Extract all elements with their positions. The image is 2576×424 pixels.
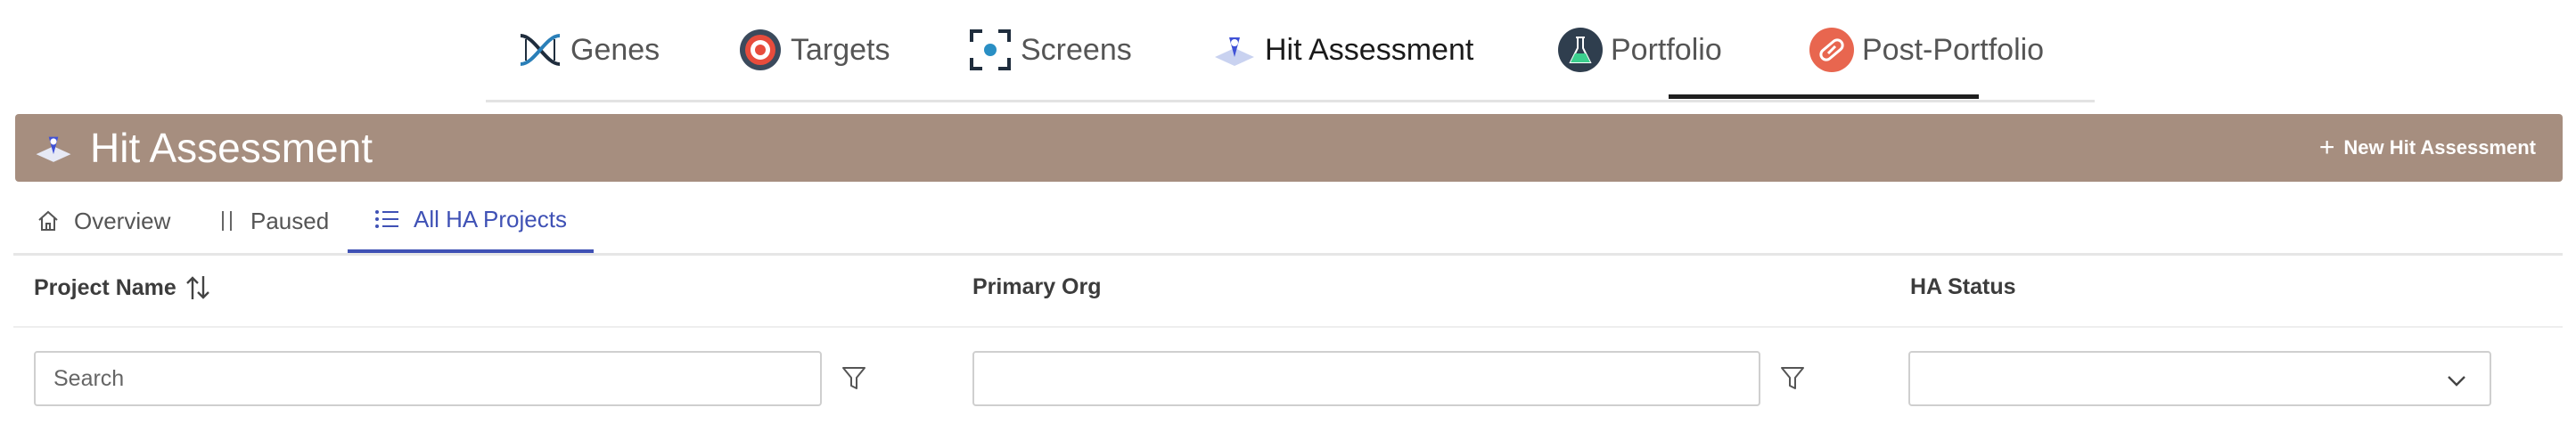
tab-all-ha-projects[interactable]: All HA Projects	[348, 189, 594, 253]
column-header-ha-status[interactable]: HA Status	[1910, 274, 2016, 300]
nav-label: Screens	[1021, 32, 1132, 67]
column-header-primary-org[interactable]: Primary Org	[972, 274, 1102, 300]
nav-portfolio[interactable]: Portfolio	[1555, 18, 1722, 82]
list-icon	[374, 208, 399, 230]
page-header: Hit Assessment + New Hit Assessment	[15, 114, 2563, 182]
filter-icon[interactable]	[841, 365, 868, 392]
nav-label: Post-Portfolio	[1862, 32, 2045, 67]
nav-label: Hit Assessment	[1265, 32, 1474, 67]
tab-paused[interactable]: Paused	[218, 189, 329, 253]
chevron-down-icon	[2445, 369, 2468, 396]
column-label: Primary Org	[972, 274, 1102, 299]
new-hit-assessment-button[interactable]: + New Hit Assessment	[2319, 128, 2536, 167]
nav-label: Targets	[791, 32, 890, 67]
hit-assessment-icon	[33, 128, 74, 167]
pause-icon	[218, 209, 236, 232]
new-button-label: New Hit Assessment	[2343, 136, 2536, 159]
tab-label: Paused	[250, 207, 330, 234]
nav-targets[interactable]: Targets	[735, 18, 890, 82]
column-header-project-name[interactable]: Project Name	[34, 274, 210, 301]
nav-hit-assessment[interactable]: Hit Assessment	[1210, 18, 1473, 82]
filter-icon[interactable]	[1780, 365, 1807, 392]
nav-screens[interactable]: Screens	[965, 18, 1132, 82]
nav-label: Portfolio	[1611, 32, 1722, 67]
tab-overview[interactable]: Overview	[37, 189, 170, 253]
home-icon	[37, 209, 60, 232]
hit-assessment-icon	[1210, 25, 1259, 75]
nav-genes[interactable]: Genes	[515, 18, 660, 82]
page-title: Hit Assessment	[90, 125, 373, 171]
top-navigation: Genes Targets Screens Hit Assessment Por…	[486, 0, 2095, 102]
header-divider	[13, 326, 2563, 328]
active-tab-indicator	[1669, 94, 1979, 99]
sub-tabs: Overview Paused All HA Projects	[13, 189, 2563, 256]
nav-label: Genes	[570, 32, 660, 67]
column-label: HA Status	[1910, 274, 2016, 299]
sort-icon[interactable]	[185, 274, 210, 301]
tab-label: Overview	[74, 207, 171, 234]
nav-post-portfolio[interactable]: Post-Portfolio	[1807, 18, 2044, 82]
primary-org-filter-input[interactable]	[972, 351, 1760, 406]
pill-icon	[1807, 25, 1857, 75]
column-label: Project Name	[34, 274, 176, 300]
tab-label: All HA Projects	[414, 205, 567, 232]
plus-icon: +	[2318, 133, 2335, 162]
ha-status-dropdown[interactable]	[1908, 351, 2491, 406]
screen-scan-icon	[965, 25, 1015, 75]
project-name-search-input[interactable]	[34, 351, 822, 406]
dna-icon	[515, 25, 565, 75]
target-icon	[735, 25, 785, 75]
flask-icon	[1555, 25, 1605, 75]
